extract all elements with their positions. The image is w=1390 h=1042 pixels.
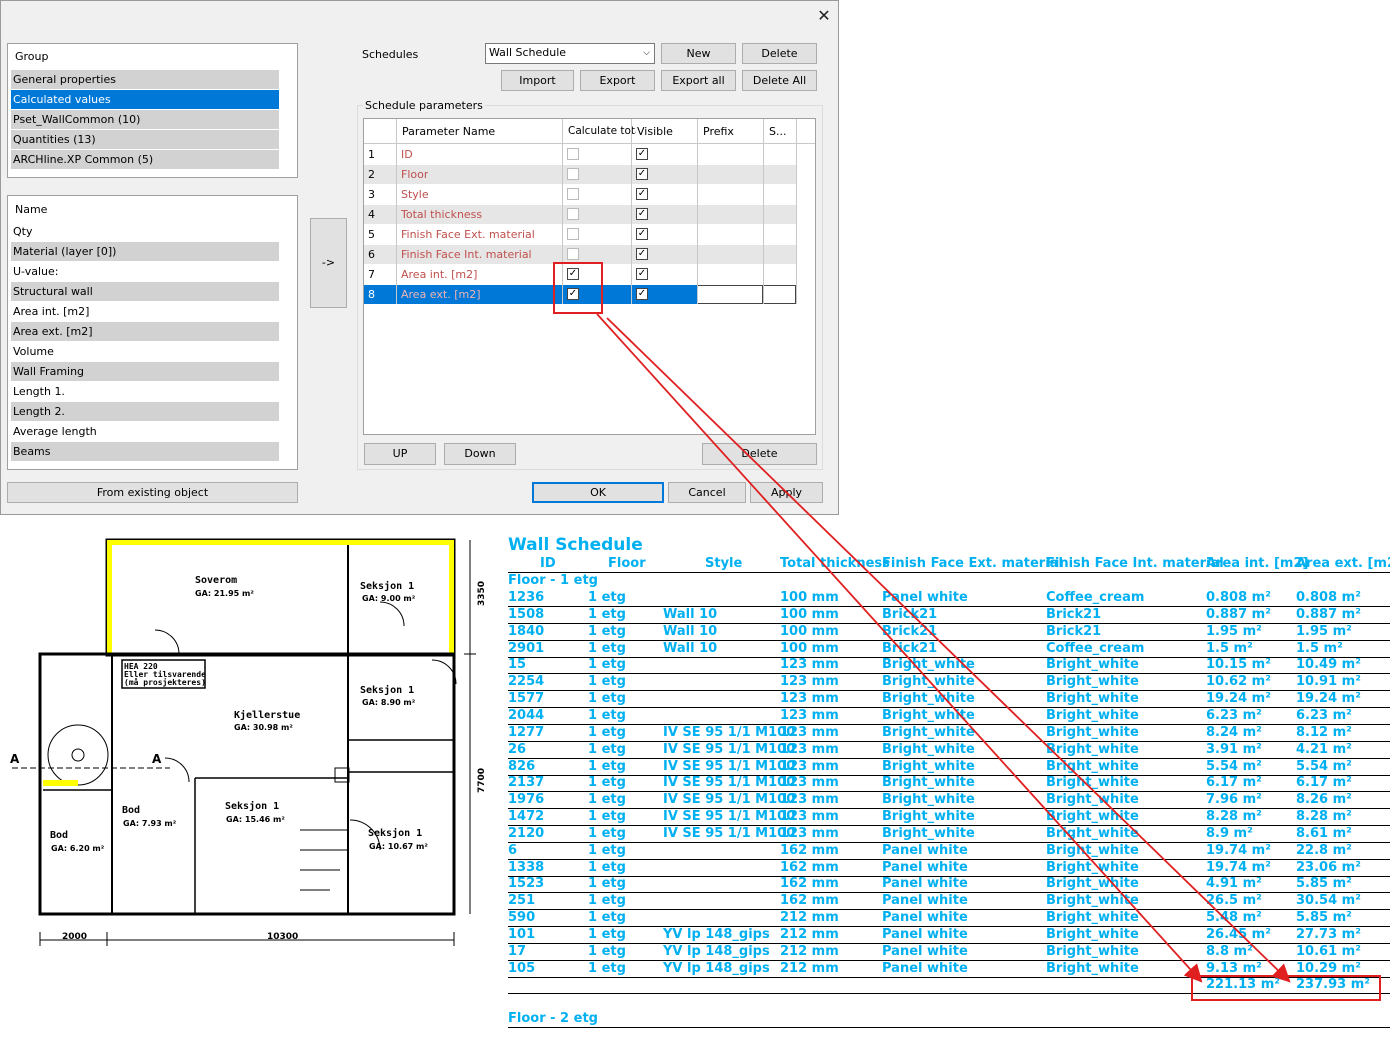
annotation-arrows <box>596 313 1291 983</box>
